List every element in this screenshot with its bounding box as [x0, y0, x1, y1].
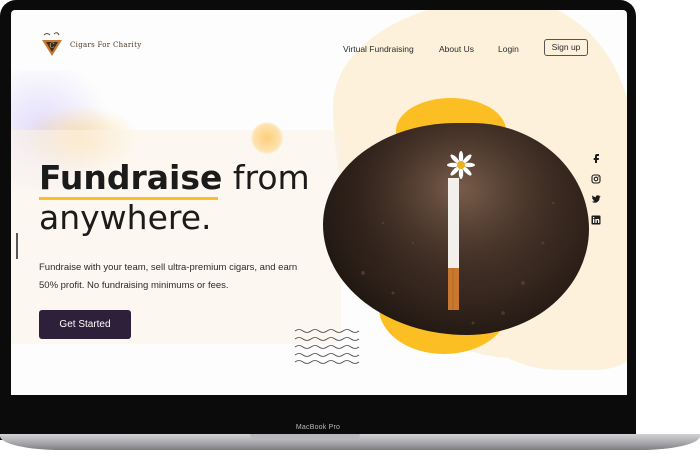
device-label: MacBook Pro	[295, 424, 341, 431]
hero-photo-art	[323, 123, 589, 335]
get-started-button[interactable]: Get Started	[39, 310, 131, 339]
scroll-indicator	[16, 233, 18, 259]
nav-login[interactable]: Login	[498, 44, 519, 54]
linkedin-icon[interactable]	[591, 215, 601, 225]
wave-lines-decoration	[294, 329, 360, 364]
hero-subtitle: Fundraise with your team, sell ultra-pre…	[39, 262, 298, 291]
signup-button[interactable]: Sign up	[544, 39, 588, 56]
instagram-icon[interactable]	[591, 173, 601, 184]
headline-rest: from	[222, 158, 310, 197]
facebook-icon[interactable]	[591, 153, 601, 163]
headline-line2: anywhere.	[39, 198, 212, 237]
headline-highlight: Fundraise	[39, 158, 223, 197]
hero-headline: Fundraise from anywhere.	[39, 158, 310, 238]
social-links	[591, 153, 605, 235]
website-screen: C Cigars For Charity Virtual Fundraising…	[11, 10, 627, 395]
top-navigation: Virtual Fundraising About Us Login	[11, 44, 627, 58]
nav-virtual-fundraising[interactable]: Virtual Fundraising	[343, 44, 414, 54]
orange-orb-decoration	[251, 122, 283, 154]
hero-image-cigarette-flower	[323, 123, 589, 335]
twitter-icon[interactable]	[591, 194, 601, 204]
nav-about-us[interactable]: About Us	[439, 44, 474, 54]
laptop-base-notch	[250, 434, 360, 440]
